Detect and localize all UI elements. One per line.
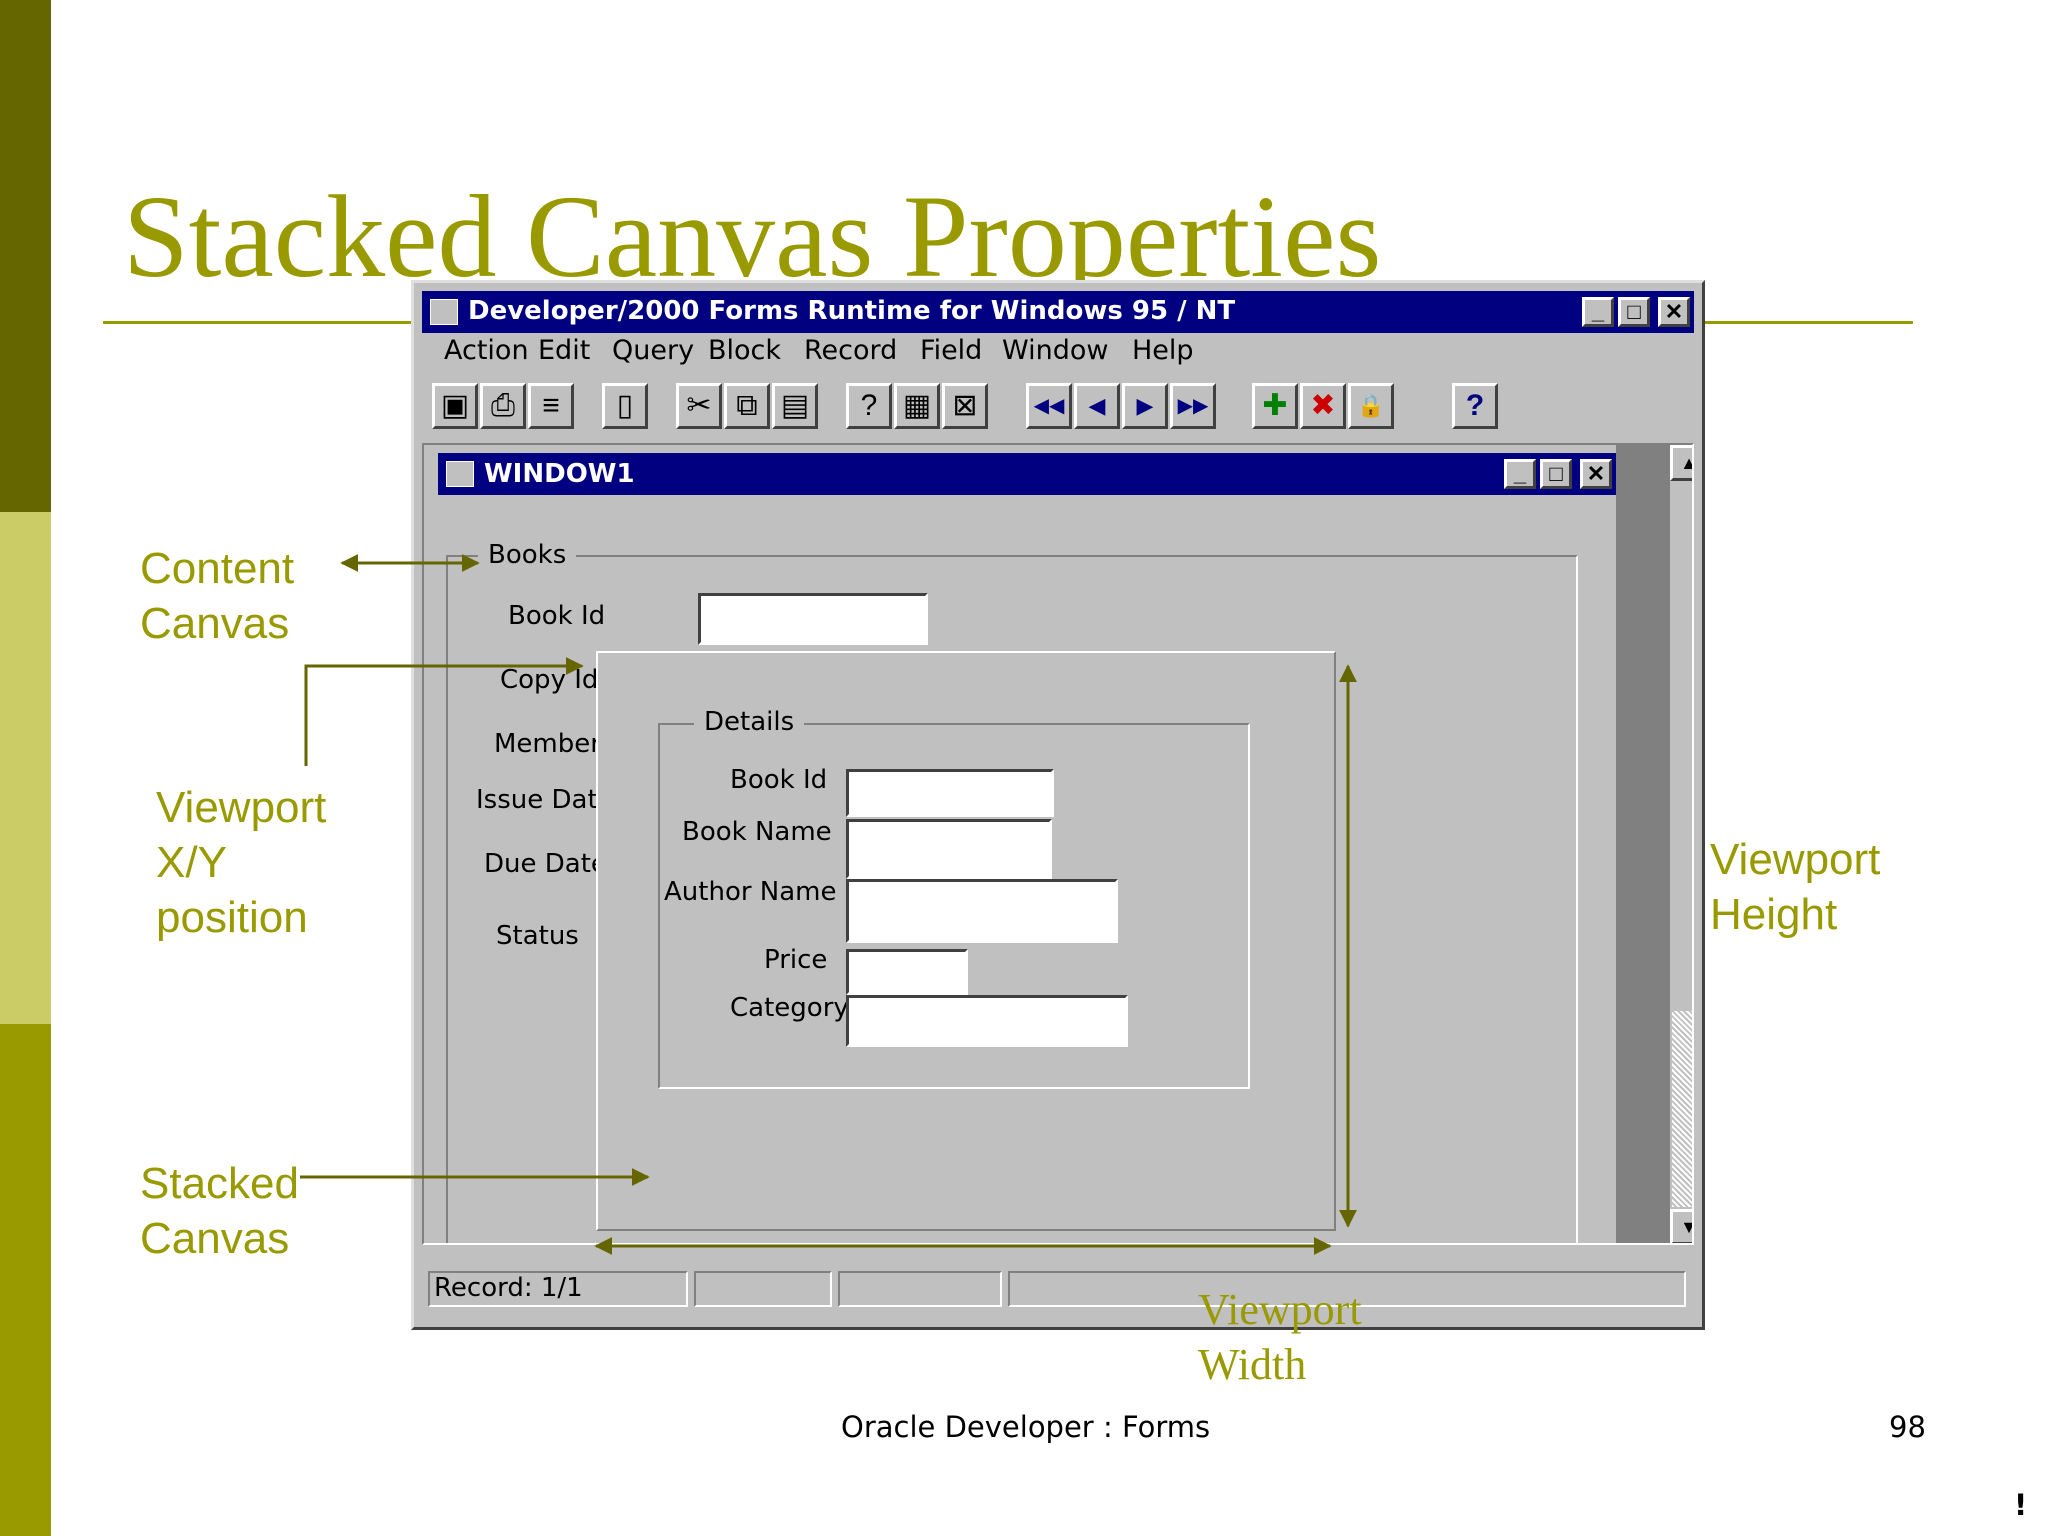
books-member-label: Member [494, 729, 601, 759]
vertical-scrollbar[interactable]: ▲ ▼ [1670, 445, 1692, 1243]
app-title: Developer/2000 Forms Runtime for Windows… [468, 296, 1236, 326]
toolbar: ▣ ⎙ ≡ ▯ ✂ ⧉ ▤ ? ▦ ⊠ ◀◀ ◀ ▶ ▶▶ ✚ ✖ 🔒 ? [422, 379, 1694, 435]
details-frame-title: Details [694, 707, 805, 737]
stripe-middle [0, 512, 51, 1024]
callout-viewport-height-line1: Viewport [1710, 835, 1881, 884]
mdi-client-area: WINDOW1 _ □ ✕ ▲ ▼ Books Book Id Copy Id … [422, 443, 1694, 1245]
callout-viewport-xy-line2: X/Y [156, 838, 227, 887]
stripe-bottom [0, 1024, 51, 1536]
help-icon[interactable]: ? [1452, 383, 1498, 429]
books-due-date-label: Due Date [484, 849, 607, 879]
callout-viewport-width-line2: Width [1198, 1340, 1307, 1389]
previous-record-icon[interactable]: ◀ [1074, 383, 1120, 429]
copy-icon[interactable]: ⧉ [724, 383, 770, 429]
footer-text: Oracle Developer : Forms [841, 1410, 1211, 1444]
first-record-icon[interactable]: ◀◀ [1026, 383, 1072, 429]
window1-right-edge [1616, 445, 1670, 1243]
app-icon [430, 299, 458, 325]
callout-viewport-xy: Viewport X/Y position [156, 780, 326, 945]
menu-bar: Action Edit Query Block Record Field Win… [422, 335, 1694, 375]
details-price-field[interactable] [846, 949, 968, 995]
cancel-query-icon[interactable]: ⊠ [942, 383, 988, 429]
corner-mark: ! [2014, 1488, 2028, 1522]
status-cell-3 [838, 1271, 1002, 1307]
status-cell-2 [694, 1271, 832, 1307]
details-author-name-field[interactable] [846, 879, 1118, 943]
menu-record[interactable]: Record [804, 335, 897, 366]
callout-stacked-canvas: Stacked Canvas [140, 1156, 299, 1266]
books-issue-date-label: Issue Date [476, 785, 614, 815]
details-price-label: Price [764, 945, 828, 975]
slide-title: Stacked Canvas Properties [123, 171, 1382, 302]
window1-maximize-button[interactable]: □ [1540, 459, 1572, 489]
callout-viewport-height: Viewport Height [1710, 832, 1880, 942]
menu-block[interactable]: Block [708, 335, 781, 366]
window1-minimize-button[interactable]: _ [1504, 459, 1536, 489]
details-author-name-label: Author Name [664, 877, 837, 907]
window1-close-button[interactable]: ✕ [1580, 459, 1612, 489]
window1-title-bar: WINDOW1 _ □ ✕ [438, 453, 1622, 495]
details-category-field[interactable] [846, 995, 1128, 1047]
details-category-label: Category [730, 993, 849, 1023]
callout-content-canvas-line1: Content [140, 544, 295, 593]
menu-query[interactable]: Query [612, 335, 694, 366]
details-book-name-field[interactable] [846, 819, 1052, 879]
status-bar: Record: 1/1 [422, 1249, 1694, 1317]
remove-record-icon[interactable]: ✖ [1300, 383, 1346, 429]
books-book-id-field[interactable] [698, 593, 928, 645]
status-record: Record: 1/1 [428, 1271, 688, 1307]
last-record-icon[interactable]: ▶▶ [1170, 383, 1216, 429]
scroll-up-button[interactable]: ▲ [1670, 445, 1692, 481]
print-setup-icon[interactable]: ≡ [528, 383, 574, 429]
insert-record-icon[interactable]: ✚ [1252, 383, 1298, 429]
window1-icon [446, 461, 474, 487]
callout-viewport-xy-line1: Viewport [156, 783, 327, 832]
save-icon[interactable]: ▣ [432, 383, 478, 429]
callout-viewport-xy-line3: position [156, 893, 308, 942]
title-rule-left [103, 321, 423, 324]
callout-viewport-width-line1: Viewport [1198, 1285, 1362, 1334]
forms-runtime-window: Developer/2000 Forms Runtime for Windows… [411, 280, 1705, 1330]
callout-viewport-height-line2: Height [1710, 890, 1838, 939]
print-icon[interactable]: ⎙ [480, 383, 526, 429]
books-status-label: Status [496, 921, 579, 951]
next-record-icon[interactable]: ▶ [1122, 383, 1168, 429]
scroll-track[interactable] [1672, 1011, 1692, 1207]
lock-record-icon[interactable]: 🔒 [1348, 383, 1394, 429]
exit-icon[interactable]: ▯ [602, 383, 648, 429]
details-book-name-label: Book Name [682, 817, 832, 847]
details-book-id-field[interactable] [846, 769, 1054, 817]
callout-stacked-canvas-line1: Stacked [140, 1159, 299, 1208]
paste-icon[interactable]: ▤ [772, 383, 818, 429]
menu-help[interactable]: Help [1132, 335, 1194, 366]
callout-viewport-width: Viewport Width [1198, 1282, 1362, 1392]
callout-stacked-canvas-line2: Canvas [140, 1214, 290, 1263]
maximize-button[interactable]: □ [1618, 297, 1650, 327]
window1-title: WINDOW1 [484, 459, 635, 489]
app-title-bar: Developer/2000 Forms Runtime for Windows… [422, 291, 1694, 333]
stripe-top [0, 0, 51, 512]
close-button[interactable]: ✕ [1658, 297, 1690, 327]
page-number: 98 [1889, 1410, 1926, 1444]
books-copy-id-label: Copy Id [500, 665, 599, 695]
menu-action[interactable]: Action [444, 335, 529, 366]
menu-window[interactable]: Window [1002, 335, 1108, 366]
callout-content-canvas-line2: Canvas [140, 599, 290, 648]
execute-query-icon[interactable]: ▦ [894, 383, 940, 429]
menu-field[interactable]: Field [920, 335, 982, 366]
minimize-button[interactable]: _ [1582, 297, 1614, 327]
books-frame-title: Books [478, 540, 577, 570]
cut-icon[interactable]: ✂ [676, 383, 722, 429]
enter-query-icon[interactable]: ? [846, 383, 892, 429]
scroll-down-button[interactable]: ▼ [1670, 1209, 1692, 1243]
title-rule-right [1700, 321, 1913, 324]
details-book-id-label: Book Id [730, 765, 828, 795]
menu-edit[interactable]: Edit [538, 335, 590, 366]
callout-content-canvas: Content Canvas [140, 541, 294, 651]
books-book-id-label: Book Id [508, 601, 606, 631]
